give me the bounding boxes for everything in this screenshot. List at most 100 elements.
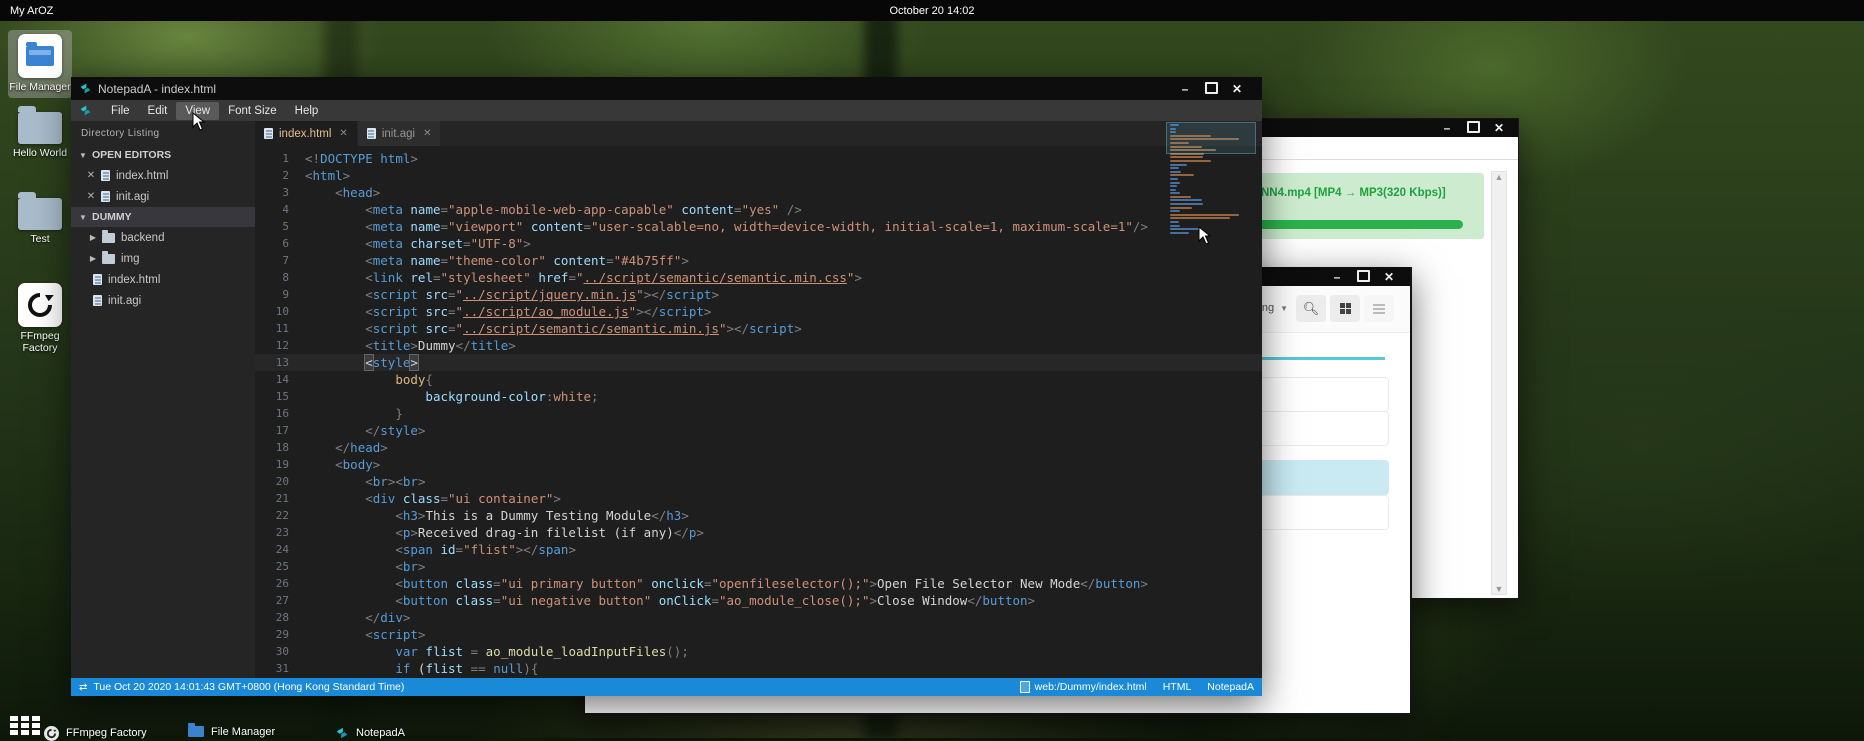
code-editor[interactable]: index.html✕init.agi✕ 1<!DOCTYPE html>2<h… bbox=[255, 121, 1262, 678]
code-line[interactable]: 20 <br><br> bbox=[255, 473, 1262, 490]
maximize-button[interactable] bbox=[1460, 121, 1486, 135]
code-line[interactable]: 15 background-color:white; bbox=[255, 388, 1262, 405]
code-line[interactable]: 11 <script src="../script/semantic/seman… bbox=[255, 320, 1262, 337]
code-line[interactable]: 19 <body> bbox=[255, 456, 1262, 473]
code-line[interactable]: 30 var flist = ao_module_loadInputFiles(… bbox=[255, 643, 1262, 660]
tree-item-index.html[interactable]: index.html bbox=[71, 269, 255, 290]
maximize-button[interactable] bbox=[1350, 270, 1376, 284]
code-line[interactable]: 9 <script src="../script/jquery.min.js">… bbox=[255, 286, 1262, 303]
file-icon bbox=[367, 128, 376, 139]
code-line[interactable]: 12 <title>Dummy</title> bbox=[255, 337, 1262, 354]
line-number: 31 bbox=[255, 660, 305, 677]
code-line[interactable]: 27 <button class="ui negative button" on… bbox=[255, 592, 1262, 609]
editor-tab-index.html[interactable]: index.html✕ bbox=[255, 121, 357, 146]
minimap-line bbox=[1170, 210, 1180, 212]
code-line[interactable]: 21 <div class="ui container"> bbox=[255, 490, 1262, 507]
tree-item-init.agi[interactable]: ✕init.agi bbox=[71, 186, 255, 207]
search-button[interactable]: 🔍︎ bbox=[1296, 295, 1326, 322]
close-icon[interactable]: ✕ bbox=[85, 191, 97, 202]
code-line[interactable]: 8 <link rel="stylesheet" href="../script… bbox=[255, 269, 1262, 286]
menu-help[interactable]: Help bbox=[286, 102, 328, 120]
minimap[interactable] bbox=[1170, 124, 1250, 235]
code-area[interactable]: 1<!DOCTYPE html>2<html>3 <head>4 <meta n… bbox=[255, 146, 1262, 678]
close-button[interactable]: ✕ bbox=[1486, 122, 1512, 134]
code-line[interactable]: 13 <style> bbox=[255, 354, 1262, 371]
close-icon[interactable]: ✕ bbox=[423, 128, 431, 139]
menu-file[interactable]: File bbox=[102, 102, 139, 120]
minimap-line bbox=[1170, 167, 1179, 169]
grid-view-button[interactable] bbox=[1330, 295, 1360, 322]
code-line[interactable]: 6 <meta charset="UTF-8"> bbox=[255, 235, 1262, 252]
taskbar-item-notepada[interactable]: NotepadA bbox=[335, 726, 405, 740]
app-launcher-grid-icon[interactable] bbox=[10, 716, 42, 736]
close-button[interactable]: ✕ bbox=[1376, 271, 1402, 283]
status-language[interactable]: HTML bbox=[1163, 681, 1192, 693]
minimize-button[interactable]: – bbox=[1324, 271, 1350, 283]
taskbar-item-file-manager[interactable]: File Manager bbox=[188, 726, 275, 738]
notepada-window[interactable]: NotepadA - index.html – ✕ FileEditViewFo… bbox=[71, 77, 1262, 696]
desktop-icon-ffmpeg-factory[interactable]: FFmpeg Factory bbox=[8, 283, 72, 354]
tree-item-init.agi[interactable]: init.agi bbox=[71, 290, 255, 311]
code-line[interactable]: 25 <br> bbox=[255, 558, 1262, 575]
minimap-line bbox=[1170, 199, 1202, 201]
minimap-slider[interactable] bbox=[1166, 122, 1256, 154]
code-line[interactable]: 26 <button class="ui primary button" onc… bbox=[255, 575, 1262, 592]
desktop-icon-label: File Manager bbox=[8, 81, 72, 93]
list-view-button[interactable] bbox=[1364, 295, 1394, 322]
code-line[interactable]: 1<!DOCTYPE html> bbox=[255, 150, 1262, 167]
code-line[interactable]: 29 <script> bbox=[255, 626, 1262, 643]
code-text: <meta name="apple-mobile-web-app-capable… bbox=[305, 201, 802, 218]
maximize-button[interactable] bbox=[1198, 82, 1224, 96]
tree-section-open-editors[interactable]: ▼OPEN EDITORS bbox=[71, 145, 255, 165]
code-line[interactable]: 10 <script src="../script/ao_module.js">… bbox=[255, 303, 1262, 320]
minimize-button[interactable]: – bbox=[1172, 83, 1198, 95]
menu-edit[interactable]: Edit bbox=[139, 102, 177, 120]
line-number: 13 bbox=[255, 354, 305, 371]
code-line[interactable]: 4 <meta name="apple-mobile-web-app-capab… bbox=[255, 201, 1262, 218]
editor-tab-init.agi[interactable]: init.agi✕ bbox=[358, 121, 441, 146]
desktop-icon-file-manager[interactable]: File Manager bbox=[8, 30, 72, 98]
close-icon[interactable]: ✕ bbox=[339, 128, 347, 139]
minimap-line bbox=[1170, 225, 1180, 227]
code-line[interactable]: 28 </div> bbox=[255, 609, 1262, 626]
line-number: 14 bbox=[255, 371, 305, 388]
code-line[interactable]: 22 <h3>This is a Dummy Testing Module</h… bbox=[255, 507, 1262, 524]
code-line[interactable]: 3 <head> bbox=[255, 184, 1262, 201]
code-line[interactable]: 18 </head> bbox=[255, 439, 1262, 456]
tree-item-backend[interactable]: ▶backend bbox=[71, 227, 255, 248]
taskbar-item-label: FFmpeg Factory bbox=[66, 727, 147, 739]
code-line[interactable]: 7 <meta name="theme-color" content="#4b7… bbox=[255, 252, 1262, 269]
desktop-icon-label: Hello World bbox=[8, 147, 72, 159]
app-tile bbox=[18, 283, 62, 327]
scrollbar[interactable]: ▲▼ bbox=[1491, 171, 1507, 595]
close-button[interactable]: ✕ bbox=[1224, 83, 1250, 95]
code-line[interactable]: 23 <p>Received drag-in filelist (if any)… bbox=[255, 524, 1262, 541]
minimize-button[interactable]: – bbox=[1434, 122, 1460, 134]
scroll-down-icon[interactable]: ▼ bbox=[1495, 584, 1504, 594]
line-number: 26 bbox=[255, 575, 305, 592]
tree-item-index.html[interactable]: ✕index.html bbox=[71, 165, 255, 186]
code-line[interactable]: 16 } bbox=[255, 405, 1262, 422]
taskbar-item-ffmpeg-factory[interactable]: FFmpeg Factory bbox=[44, 726, 147, 741]
tree-item-img[interactable]: ▶img bbox=[71, 248, 255, 269]
close-icon[interactable]: ✕ bbox=[85, 170, 97, 181]
code-line[interactable]: 5 <meta name="viewport" content="user-sc… bbox=[255, 218, 1262, 235]
scroll-up-icon[interactable]: ▲ bbox=[1495, 172, 1504, 182]
desktop-icon-label: Test bbox=[8, 233, 72, 245]
code-text: <meta name="theme-color" content="#4b75f… bbox=[305, 252, 689, 269]
code-line[interactable]: 14 body{ bbox=[255, 371, 1262, 388]
code-line[interactable]: 24 <span id="flist"></span> bbox=[255, 541, 1262, 558]
file-tree-sidebar: Directory Listing ▼OPEN EDITORS✕index.ht… bbox=[71, 121, 255, 678]
menu-font-size[interactable]: Font Size bbox=[219, 102, 286, 120]
code-line[interactable]: 17 </style> bbox=[255, 422, 1262, 439]
code-line[interactable]: 2<html> bbox=[255, 167, 1262, 184]
list-view-icon bbox=[1373, 304, 1385, 314]
tree-section-dummy[interactable]: ▼DUMMY bbox=[71, 207, 255, 227]
desktop-icon-hello-world[interactable]: Hello World bbox=[8, 112, 72, 159]
notepada-titlebar[interactable]: NotepadA - index.html – ✕ bbox=[71, 77, 1262, 100]
code-line[interactable]: 31 if (flist == null){ bbox=[255, 660, 1262, 677]
chevron-right-icon: ▶ bbox=[87, 233, 99, 242]
desktop-icon-test[interactable]: Test bbox=[8, 198, 72, 245]
code-text: background-color:white; bbox=[305, 388, 599, 405]
notepada-logo-icon bbox=[79, 82, 92, 95]
